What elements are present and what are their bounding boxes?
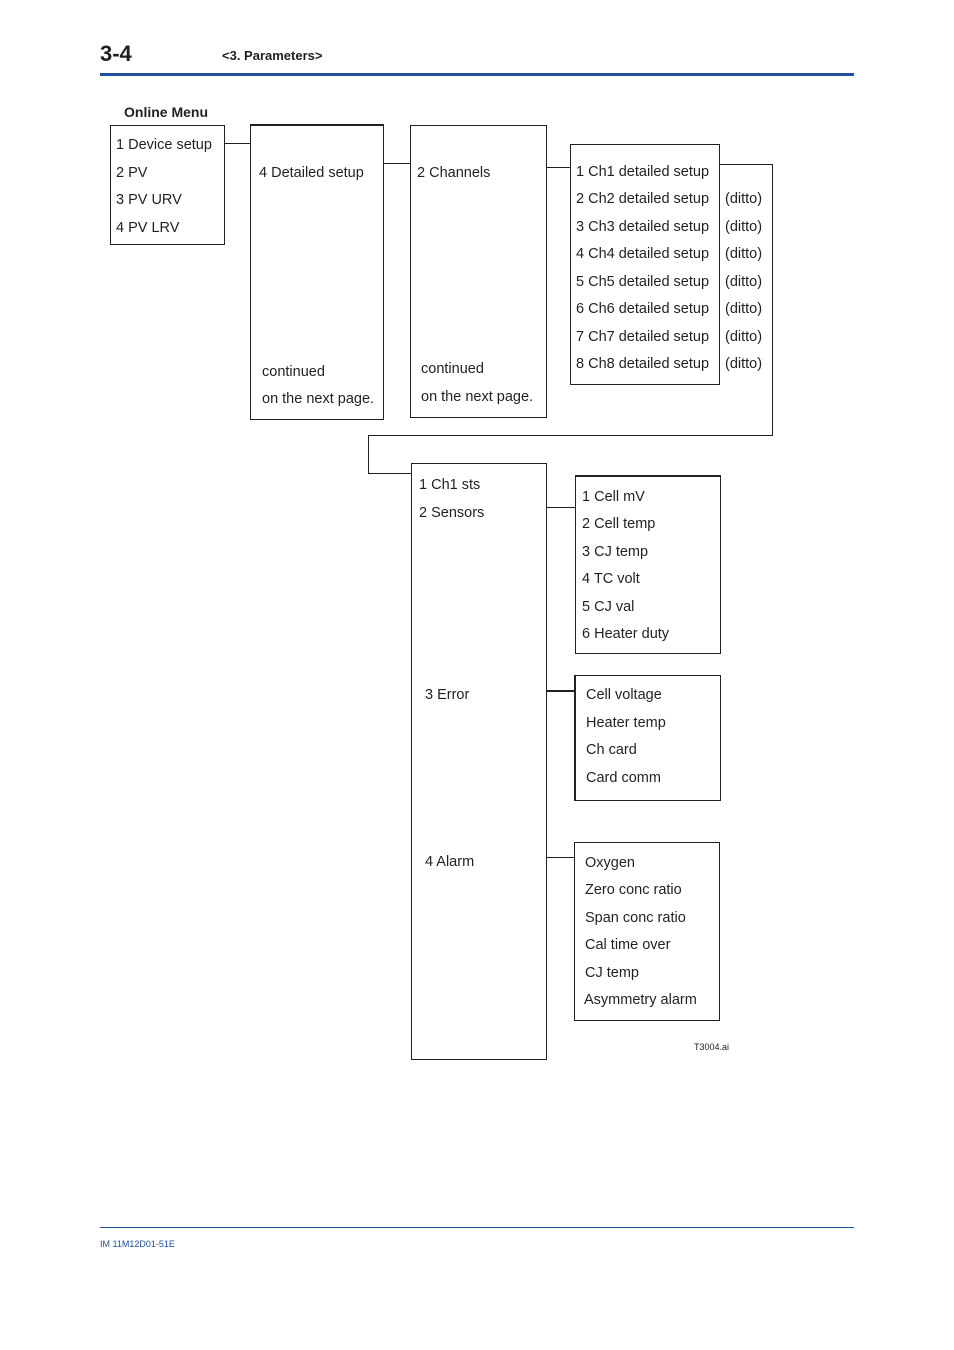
ditto-label: (ditto): [725, 301, 763, 317]
figure-label: T3004.ai: [694, 1042, 730, 1052]
error-item: Ch card: [586, 742, 637, 758]
error-item: Heater temp: [586, 715, 666, 731]
ditto-label: (ditto): [725, 356, 763, 372]
channel-item: 7 Ch7 detailed setup: [576, 329, 710, 345]
menu-item-ch1-sts: 1 Ch1 sts: [419, 477, 481, 493]
header-rule: [100, 73, 854, 76]
channel-item: 2 Ch2 detailed setup: [576, 191, 710, 207]
channel-item: 4 Ch4 detailed setup: [576, 246, 710, 262]
document-id: IM 11M12D01-51E: [100, 1239, 175, 1249]
connector-line: [546, 857, 575, 858]
continued-note: on the next page.: [262, 391, 375, 407]
sensor-item: 5 CJ val: [582, 599, 635, 615]
menu-item-pv-urv: 3 PV URV: [116, 192, 182, 208]
continued-note: on the next page.: [421, 389, 534, 405]
menu-item-alarm: 4 Alarm: [425, 854, 475, 870]
footer-rule: [100, 1227, 854, 1228]
channel-item: 3 Ch3 detailed setup: [576, 219, 710, 235]
ditto-label: (ditto): [725, 274, 763, 290]
error-item: Cell voltage: [586, 687, 662, 703]
channel-item: 6 Ch6 detailed setup: [576, 301, 710, 317]
channel-item: 5 Ch5 detailed setup: [576, 274, 710, 290]
page-number: 3-4: [100, 41, 132, 66]
ditto-label: (ditto): [725, 329, 763, 345]
connector-line: [772, 164, 773, 436]
menu-item-detailed-setup: 4 Detailed setup: [259, 165, 364, 181]
sensor-item: 2 Cell temp: [582, 516, 656, 532]
continued-note: continued: [262, 364, 325, 380]
menu-item-error: 3 Error: [425, 687, 470, 703]
ditto-label: (ditto): [725, 219, 763, 235]
connector-line: [224, 143, 251, 144]
connector-line: [546, 690, 576, 692]
alarm-item: Span conc ratio: [585, 910, 686, 926]
menu-item-device-setup: 1 Device setup: [116, 137, 212, 153]
channels-box: 1 Ch1 detailed setup 2 Ch2 detailed setu…: [570, 144, 720, 385]
menu-item-channels: 2 Channels: [417, 165, 491, 181]
alarm-item: CJ temp: [585, 965, 639, 981]
menu-item-pv: 2 PV: [116, 165, 148, 181]
error-box: Cell voltage Heater temp Ch card Card co…: [574, 675, 721, 801]
connector-line: [546, 507, 576, 508]
connector-line: [546, 167, 572, 168]
connector-line: [368, 435, 369, 474]
alarm-item: Oxygen: [585, 855, 635, 871]
alarm-item: Cal time over: [585, 937, 671, 953]
error-item: Card comm: [586, 770, 661, 786]
ch1-detailed-box: 1 Ch1 sts 2 Sensors 3 Error 4 Alarm: [411, 463, 547, 1060]
diagram-title: Online Menu: [124, 104, 208, 120]
section-title: <3. Parameters>: [222, 48, 323, 63]
connector-line: [719, 164, 773, 165]
channel-item: 8 Ch8 detailed setup: [576, 356, 710, 372]
sensor-item: 6 Heater duty: [582, 626, 670, 642]
sensor-item: 4 TC volt: [582, 571, 640, 587]
detailed-setup-box: 2 Channels continued on the next page.: [410, 125, 547, 418]
online-menu-box: 1 Device setup 2 PV 3 PV URV 4 PV LRV: [110, 125, 225, 245]
channel-item: 1 Ch1 detailed setup: [576, 164, 710, 180]
sensor-item: 3 CJ temp: [582, 544, 649, 560]
continued-note: continued: [421, 361, 484, 377]
ditto-label: (ditto): [725, 246, 763, 262]
menu-item-pv-lrv: 4 PV LRV: [116, 220, 180, 236]
connector-line: [368, 473, 412, 474]
menu-item-sensors: 2 Sensors: [419, 505, 485, 521]
ditto-label: (ditto): [725, 191, 763, 207]
device-setup-box: 4 Detailed setup continued on the next p…: [250, 124, 384, 420]
alarm-item: Asymmetry alarm: [584, 992, 697, 1008]
alarm-box: Oxygen Zero conc ratio Span conc ratio C…: [574, 842, 720, 1021]
alarm-item: Zero conc ratio: [585, 882, 682, 898]
sensor-item: 1 Cell mV: [582, 489, 645, 505]
connector-line: [368, 435, 773, 436]
sensors-box: 1 Cell mV 2 Cell temp 3 CJ temp 4 TC vol…: [575, 475, 721, 654]
connector-line: [383, 163, 411, 164]
